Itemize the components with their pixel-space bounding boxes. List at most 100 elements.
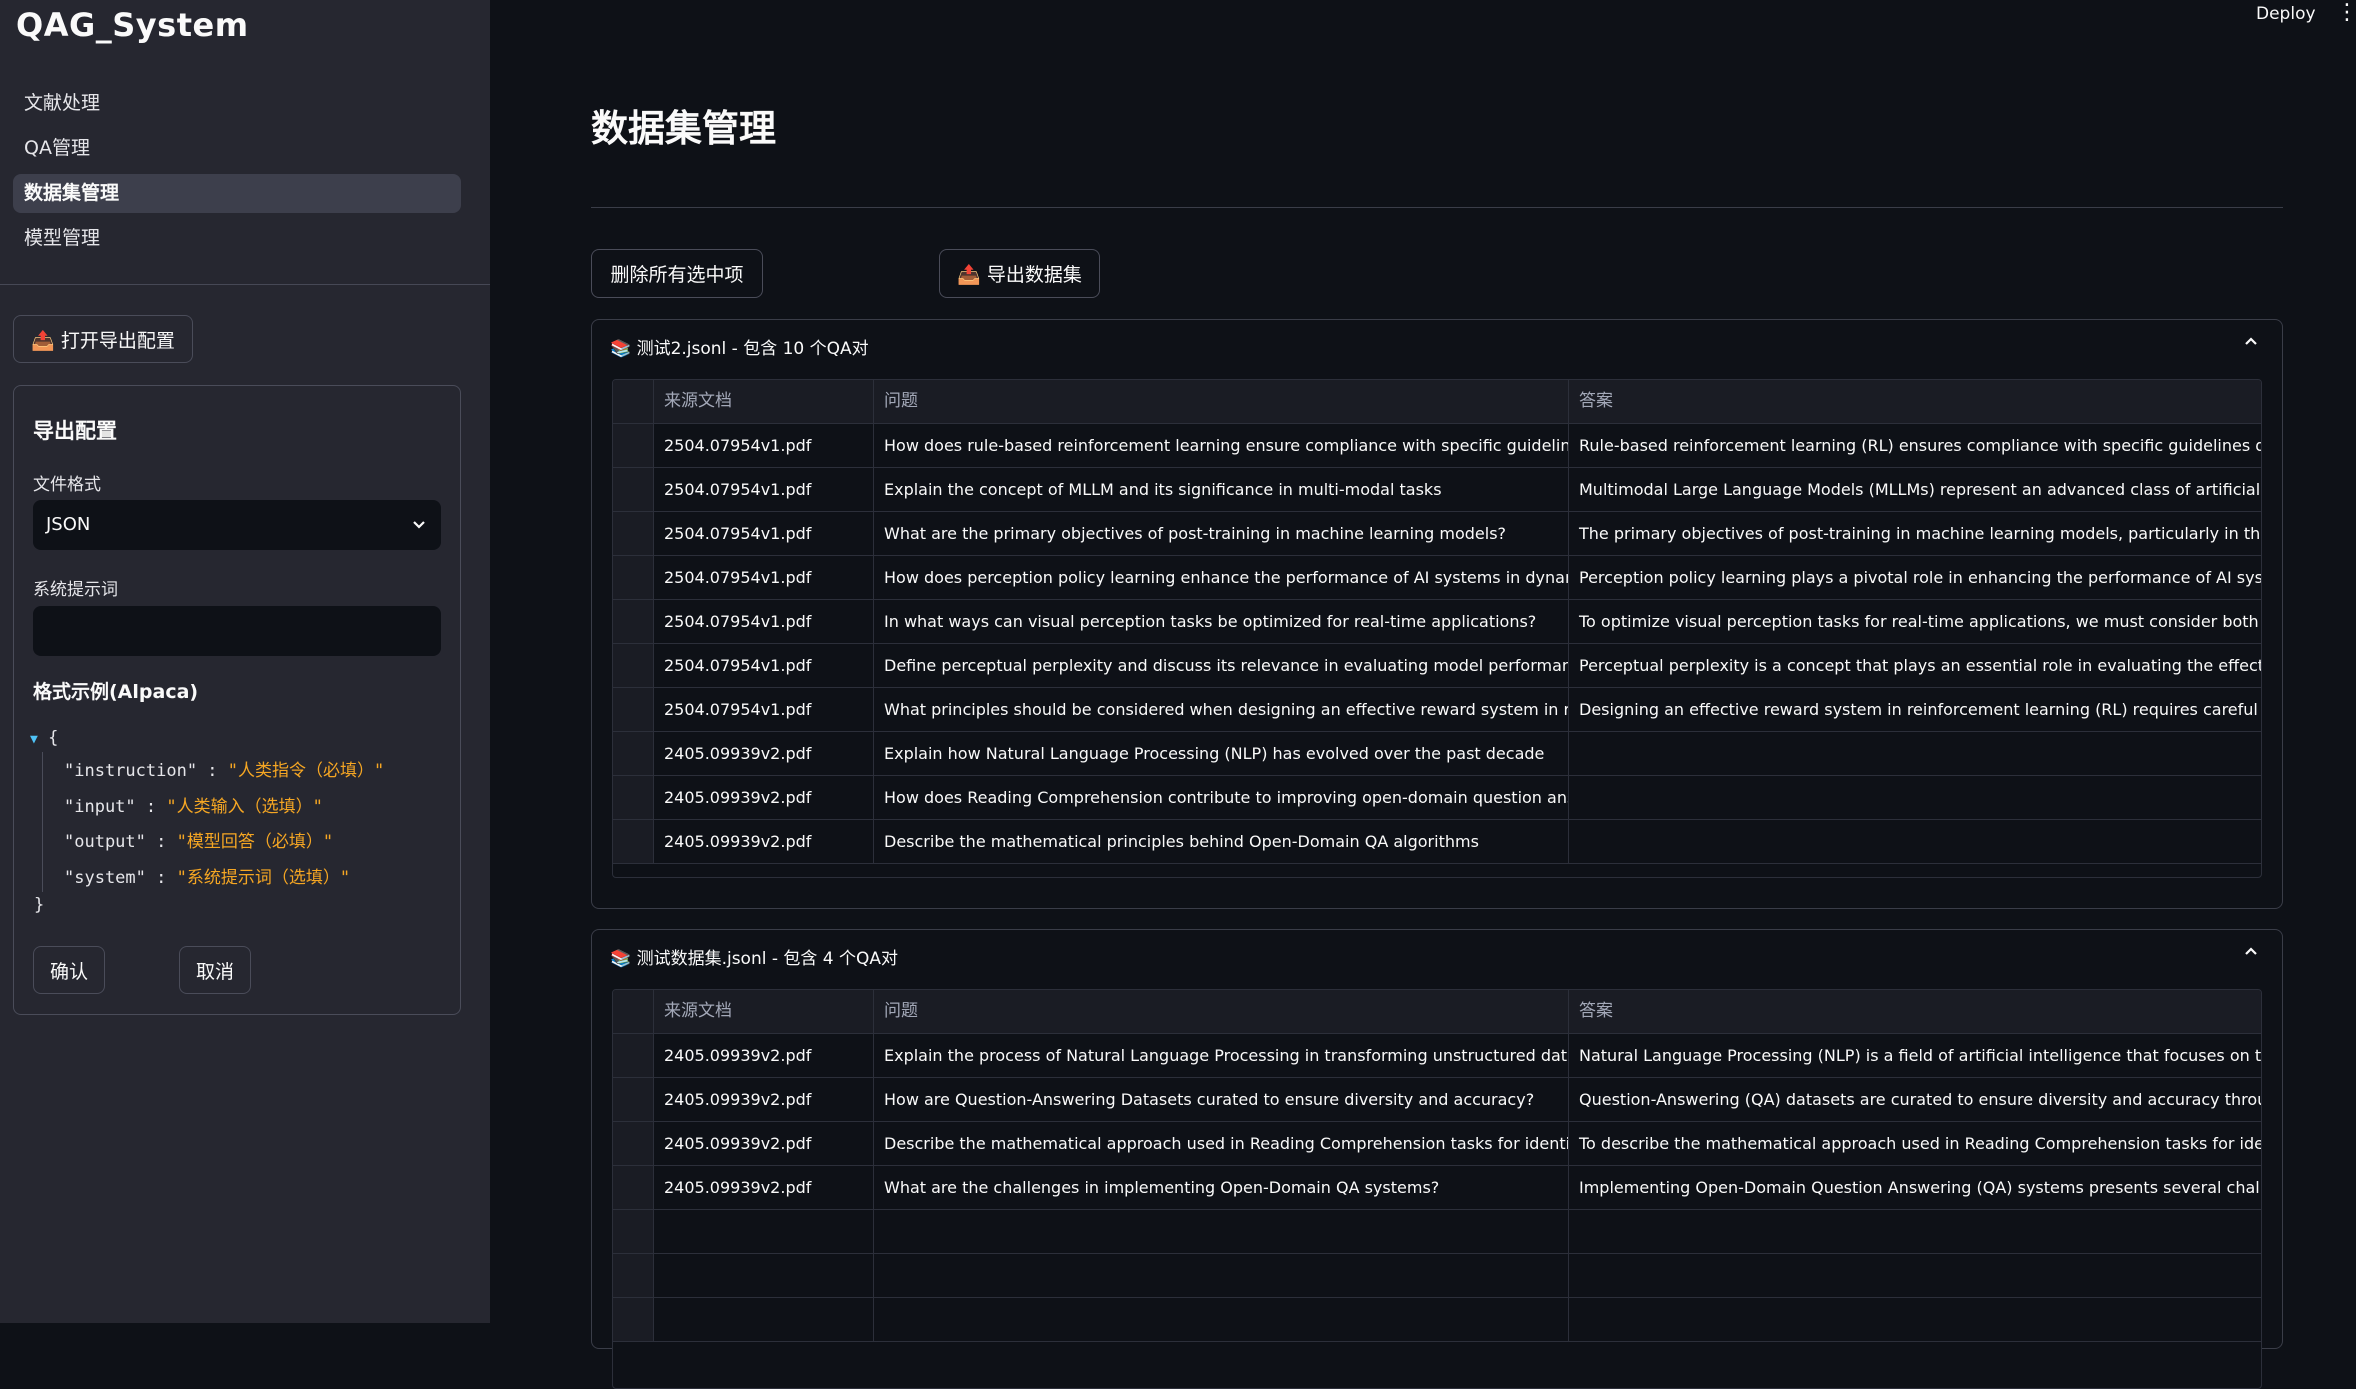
- row-select-cell[interactable]: [613, 468, 653, 511]
- column-header-source[interactable]: 来源文档: [653, 380, 873, 423]
- table-row[interactable]: 2504.07954v1.pdf How does perception poli…: [613, 556, 2261, 600]
- export-dataset-button[interactable]: 📤 导出数据集: [939, 249, 1100, 298]
- source-cell[interactable]: 2504.07954v1.pdf: [653, 424, 873, 467]
- table-row[interactable]: 2405.09939v2.pdf What are the challenges …: [613, 1166, 2261, 1210]
- system-prompt-input[interactable]: [33, 606, 441, 656]
- row-select-cell[interactable]: [613, 1166, 653, 1209]
- column-header-answer[interactable]: 答案: [1568, 380, 2261, 423]
- row-select-cell[interactable]: [613, 600, 653, 643]
- chevron-up-icon[interactable]: [2244, 942, 2258, 966]
- row-select-cell[interactable]: [613, 512, 653, 555]
- column-header-answer[interactable]: 答案: [1568, 990, 2261, 1033]
- table-row[interactable]: 2504.07954v1.pdf What principles should b…: [613, 688, 2261, 732]
- confirm-button[interactable]: 确认: [33, 946, 105, 994]
- answer-cell[interactable]: [1568, 732, 2261, 775]
- source-cell[interactable]: 2405.09939v2.pdf: [653, 776, 873, 819]
- question-cell[interactable]: How does Reading Comprehension contribut…: [873, 776, 1568, 819]
- chevron-up-icon[interactable]: [2244, 332, 2258, 356]
- dataset-table[interactable]: 来源文档 问题 答案 2405.09939v2.pdf Explain the p…: [612, 989, 2262, 1389]
- open-export-config-button[interactable]: 📤 打开导出配置: [13, 315, 193, 363]
- table-row[interactable]: 2405.09939v2.pdf How are Question-Answeri…: [613, 1078, 2261, 1122]
- nav-item-model-management[interactable]: 模型管理: [13, 219, 461, 258]
- answer-cell[interactable]: Designing an effective reward system in …: [1568, 688, 2261, 731]
- source-cell[interactable]: 2504.07954v1.pdf: [653, 688, 873, 731]
- source-cell[interactable]: [653, 1298, 873, 1341]
- source-cell[interactable]: 2405.09939v2.pdf: [653, 1034, 873, 1077]
- table-row[interactable]: 2405.09939v2.pdf Describe the mathematica…: [613, 1122, 2261, 1166]
- table-row[interactable]: [613, 1210, 2261, 1254]
- row-select-cell[interactable]: [613, 1034, 653, 1077]
- nav-item-qa-management[interactable]: QA管理: [13, 129, 461, 168]
- row-select-cell[interactable]: [613, 776, 653, 819]
- dataset-expander-header[interactable]: 📚 测试2.jsonl - 包含 10 个QA对: [610, 334, 869, 359]
- question-cell[interactable]: Explain how Natural Language Processing …: [873, 732, 1568, 775]
- nav-item-dataset-management[interactable]: 数据集管理: [13, 174, 461, 213]
- answer-cell[interactable]: [1568, 1254, 2261, 1297]
- question-cell[interactable]: [873, 1210, 1568, 1253]
- question-cell[interactable]: What are the primary objectives of post-…: [873, 512, 1568, 555]
- source-cell[interactable]: 2504.07954v1.pdf: [653, 600, 873, 643]
- table-row[interactable]: 2405.09939v2.pdf Explain the process of N…: [613, 1034, 2261, 1078]
- answer-cell[interactable]: [1568, 1298, 2261, 1341]
- row-select-cell[interactable]: [613, 820, 653, 863]
- column-header-source[interactable]: 来源文档: [653, 990, 873, 1033]
- source-cell[interactable]: 2504.07954v1.pdf: [653, 512, 873, 555]
- deploy-button[interactable]: Deploy: [2256, 4, 2316, 24]
- main-menu-icon[interactable]: ⋮: [2336, 0, 2356, 25]
- source-cell[interactable]: 2405.09939v2.pdf: [653, 1166, 873, 1209]
- answer-cell[interactable]: To optimize visual perception tasks for …: [1568, 600, 2261, 643]
- answer-cell[interactable]: The primary objectives of post-training …: [1568, 512, 2261, 555]
- question-cell[interactable]: What are the challenges in implementing …: [873, 1166, 1568, 1209]
- row-select-cell[interactable]: [613, 424, 653, 467]
- answer-cell[interactable]: [1568, 1210, 2261, 1253]
- source-cell[interactable]: 2405.09939v2.pdf: [653, 732, 873, 775]
- delete-selected-button[interactable]: 删除所有选中项: [591, 249, 763, 298]
- dataset-table[interactable]: 来源文档 问题 答案 2504.07954v1.pdf How does rule…: [612, 379, 2262, 878]
- table-row[interactable]: 2504.07954v1.pdf How does rule-based rein…: [613, 424, 2261, 468]
- table-row[interactable]: 2504.07954v1.pdf Define perceptual perple…: [613, 644, 2261, 688]
- row-select-cell[interactable]: [613, 556, 653, 599]
- question-cell[interactable]: In what ways can visual perception tasks…: [873, 600, 1568, 643]
- table-row[interactable]: 2504.07954v1.pdf In what ways can visual …: [613, 600, 2261, 644]
- answer-cell[interactable]: Rule-based reinforcement learning (RL) e…: [1568, 424, 2261, 467]
- table-row[interactable]: 2405.09939v2.pdf How does Reading Compreh…: [613, 776, 2261, 820]
- source-cell[interactable]: 2504.07954v1.pdf: [653, 556, 873, 599]
- question-cell[interactable]: How does perception policy learning enha…: [873, 556, 1568, 599]
- column-header-question[interactable]: 问题: [873, 990, 1568, 1033]
- source-cell[interactable]: [653, 1210, 873, 1253]
- row-select-cell[interactable]: [613, 1254, 653, 1297]
- file-format-select[interactable]: JSON: [33, 500, 441, 550]
- table-row[interactable]: [613, 1254, 2261, 1298]
- source-cell[interactable]: 2405.09939v2.pdf: [653, 820, 873, 863]
- answer-cell[interactable]: To describe the mathematical approach us…: [1568, 1122, 2261, 1165]
- question-cell[interactable]: What principles should be considered whe…: [873, 688, 1568, 731]
- table-row[interactable]: 2504.07954v1.pdf Explain the concept of M…: [613, 468, 2261, 512]
- row-select-cell[interactable]: [613, 644, 653, 687]
- question-cell[interactable]: How are Question-Answering Datasets cura…: [873, 1078, 1568, 1121]
- question-cell[interactable]: [873, 1298, 1568, 1341]
- source-cell[interactable]: [653, 1254, 873, 1297]
- source-cell[interactable]: 2405.09939v2.pdf: [653, 1078, 873, 1121]
- question-cell[interactable]: Define perceptual perplexity and discuss…: [873, 644, 1568, 687]
- table-row[interactable]: 2405.09939v2.pdf Explain how Natural Lang…: [613, 732, 2261, 776]
- answer-cell[interactable]: Multimodal Large Language Models (MLLMs)…: [1568, 468, 2261, 511]
- answer-cell[interactable]: Question-Answering (QA) datasets are cur…: [1568, 1078, 2261, 1121]
- table-row[interactable]: 2405.09939v2.pdf Describe the mathematica…: [613, 820, 2261, 864]
- column-header-question[interactable]: 问题: [873, 380, 1568, 423]
- source-cell[interactable]: 2405.09939v2.pdf: [653, 1122, 873, 1165]
- answer-cell[interactable]: [1568, 776, 2261, 819]
- answer-cell[interactable]: Natural Language Processing (NLP) is a f…: [1568, 1034, 2261, 1077]
- cancel-button[interactable]: 取消: [179, 946, 251, 994]
- question-cell[interactable]: Describe the mathematical approach used …: [873, 1122, 1568, 1165]
- row-select-cell[interactable]: [613, 1122, 653, 1165]
- source-cell[interactable]: 2504.07954v1.pdf: [653, 644, 873, 687]
- question-cell[interactable]: Explain the concept of MLLM and its sign…: [873, 468, 1568, 511]
- question-cell[interactable]: Explain the process of Natural Language …: [873, 1034, 1568, 1077]
- table-row[interactable]: 2504.07954v1.pdf What are the primary obj…: [613, 512, 2261, 556]
- question-cell[interactable]: How does rule-based reinforcement learni…: [873, 424, 1568, 467]
- question-cell[interactable]: [873, 1254, 1568, 1297]
- answer-cell[interactable]: Perceptual perplexity is a concept that …: [1568, 644, 2261, 687]
- source-cell[interactable]: 2504.07954v1.pdf: [653, 468, 873, 511]
- row-select-cell[interactable]: [613, 1298, 653, 1341]
- answer-cell[interactable]: Perception policy learning plays a pivot…: [1568, 556, 2261, 599]
